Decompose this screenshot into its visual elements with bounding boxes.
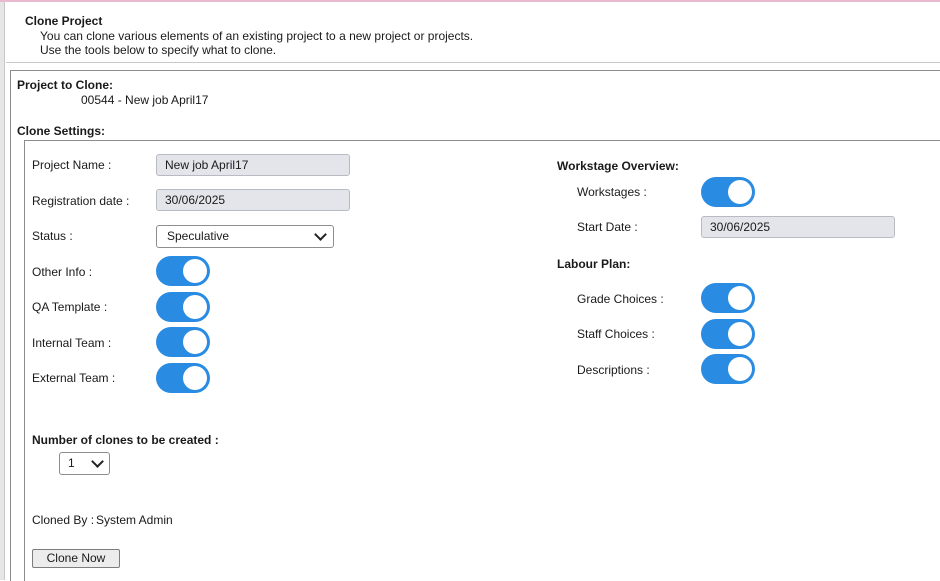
project-to-clone-label: Project to Clone: [17, 78, 114, 92]
cloned-by-value: System Admin [96, 513, 173, 527]
descriptions-toggle[interactable] [701, 354, 755, 384]
internal-team-toggle[interactable] [156, 327, 210, 357]
external-team-toggle[interactable] [156, 363, 210, 393]
toggle-knob [183, 366, 207, 390]
status-select-value: Speculative [167, 229, 230, 243]
project-name-field[interactable]: New job April17 [156, 154, 350, 176]
chevron-down-icon [314, 228, 327, 241]
project-to-clone-value: 00544 - New job April17 [81, 93, 209, 107]
page-description-line2: Use the tools below to specify what to c… [40, 43, 277, 57]
page-title: Clone Project [25, 14, 103, 28]
toggle-knob [183, 259, 207, 283]
toggle-knob [183, 295, 207, 319]
start-date-field[interactable]: 30/06/2025 [701, 216, 895, 238]
cloned-by-label: Cloned By : [32, 513, 95, 527]
number-of-clones-value: 1 [68, 456, 75, 470]
external-team-label: External Team : [32, 371, 116, 385]
grade-choices-toggle[interactable] [701, 283, 755, 313]
registration-date-field[interactable]: 30/06/2025 [156, 189, 350, 211]
staff-choices-label: Staff Choices : [577, 327, 655, 341]
other-info-toggle[interactable] [156, 256, 210, 286]
descriptions-label: Descriptions : [577, 363, 650, 377]
toggle-knob [728, 357, 752, 381]
window-left-edge [0, 2, 5, 580]
registration-date-label: Registration date : [32, 194, 130, 208]
workstages-toggle[interactable] [701, 177, 755, 207]
grade-choices-label: Grade Choices : [577, 292, 664, 306]
qa-template-label: QA Template : [32, 300, 108, 314]
start-date-label: Start Date : [577, 220, 638, 234]
chevron-down-icon [91, 455, 104, 468]
labour-plan-label: Labour Plan: [557, 257, 631, 271]
status-select[interactable]: Speculative [156, 225, 334, 248]
internal-team-label: Internal Team : [32, 336, 112, 350]
project-name-label: Project Name : [32, 158, 112, 172]
staff-choices-toggle[interactable] [701, 319, 755, 349]
page-description-line1: You can clone various elements of an exi… [40, 29, 474, 43]
header-divider [6, 62, 940, 63]
qa-template-toggle[interactable] [156, 292, 210, 322]
status-label: Status : [32, 229, 73, 243]
toggle-knob [728, 286, 752, 310]
toggle-knob [728, 322, 752, 346]
workstages-label: Workstages : [577, 185, 647, 199]
toggle-knob [728, 180, 752, 204]
other-info-label: Other Info : [32, 265, 93, 279]
toggle-knob [183, 330, 207, 354]
workstage-overview-label: Workstage Overview: [557, 159, 679, 173]
number-of-clones-select[interactable]: 1 [59, 452, 110, 475]
clone-settings-label: Clone Settings: [17, 124, 106, 138]
clone-now-button[interactable]: Clone Now [32, 549, 120, 568]
number-of-clones-label: Number of clones to be created : [32, 433, 219, 447]
